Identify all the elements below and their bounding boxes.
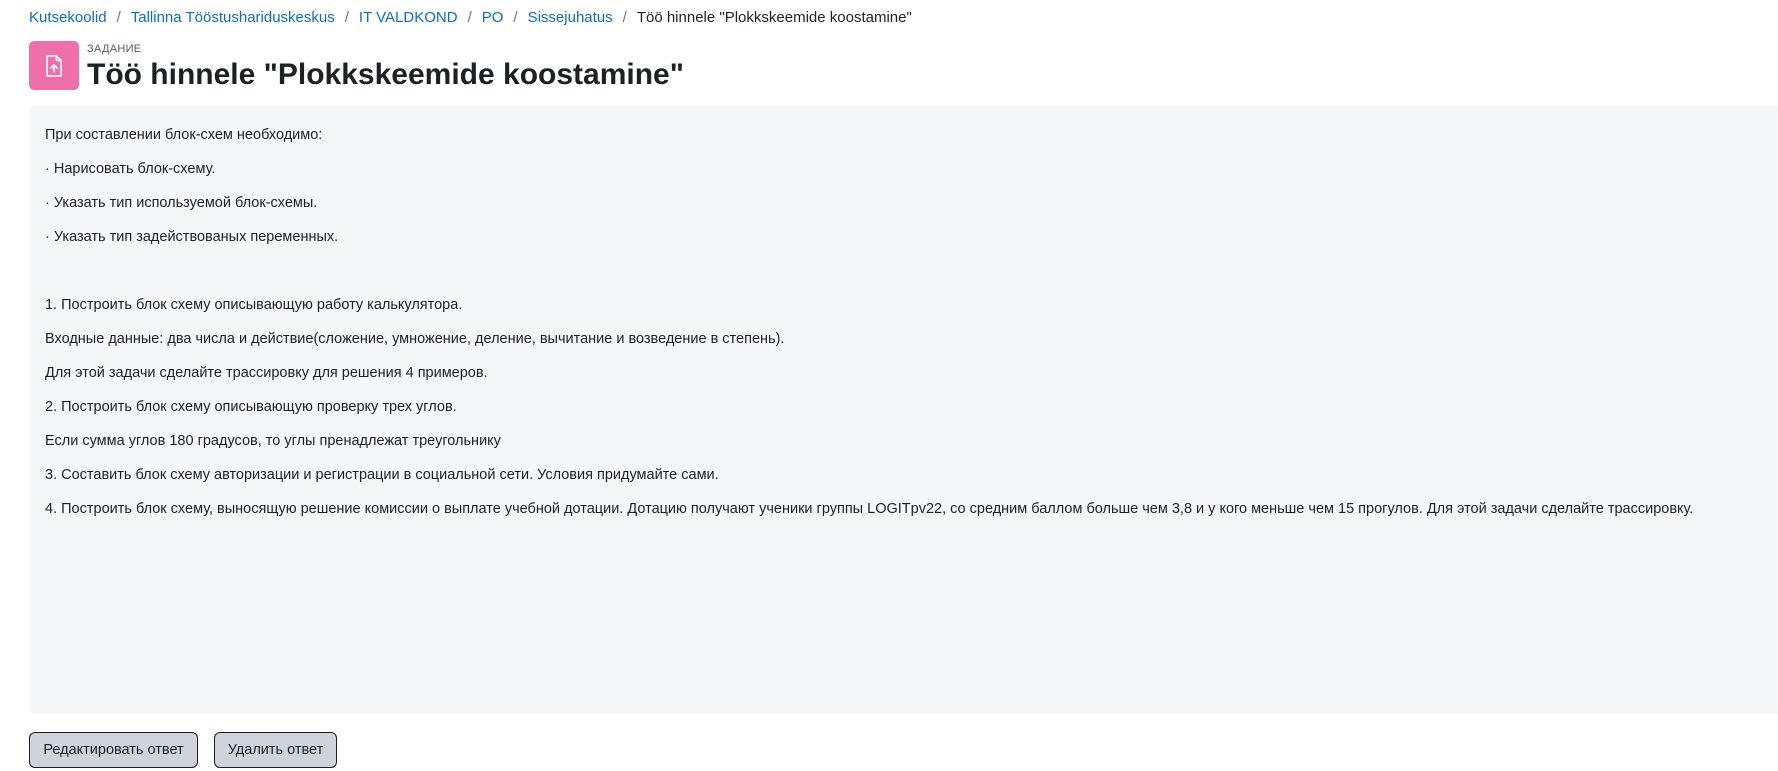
description-paragraph: · Нарисовать блок-схему. (45, 161, 216, 177)
description-paragraph: 1. Построить блок схему описывающую рабо… (45, 297, 463, 313)
breadcrumb-link-kutsekoolid[interactable]: Kutsekoolid (29, 8, 107, 28)
breadcrumb-separator: / (116, 9, 121, 26)
breadcrumb-link-section[interactable]: Sissejuhatus (528, 8, 613, 28)
assignment-upload-icon (29, 41, 79, 90)
edit-submission-button[interactable]: Редактировать ответ (29, 732, 198, 768)
breadcrumb-separator: / (622, 9, 627, 26)
breadcrumb-link-course[interactable]: PO (482, 8, 504, 28)
delete-submission-button[interactable]: Удалить ответ (214, 732, 337, 768)
description-paragraph: · Указать тип задействованых переменных. (45, 229, 339, 245)
description-paragraph: 3. Составить блок схему авторизации и ре… (45, 467, 719, 483)
description-paragraph: При составлении блок-схем необходимо: (45, 127, 323, 143)
breadcrumb: Kutsekoolid / Tallinna Tööstushariduskes… (29, 8, 912, 28)
breadcrumb-link-school[interactable]: Tallinna Tööstushariduskeskus (131, 8, 335, 28)
page-title: Töö hinnele "Plokkskeemide koostamine" (87, 58, 684, 91)
breadcrumb-separator: / (344, 9, 349, 26)
description-paragraph: 4. Построить блок схему, выносящую решен… (45, 501, 1694, 517)
assignment-page: Kutsekoolid / Tallinna Tööstushariduskes… (0, 0, 1778, 771)
breadcrumb-current: Töö hinnele "Plokkskeemide koostamine" (636, 9, 912, 26)
description-paragraph: Если сумма углов 180 градусов, то углы п… (45, 433, 501, 449)
description-paragraph: Входные данные: два числа и действие(сло… (45, 331, 785, 347)
description-paragraph: Для этой задачи сделайте трассировку для… (45, 365, 488, 381)
breadcrumb-separator: / (467, 9, 472, 26)
description-paragraph: 2. Построить блок схему описывающую пров… (45, 399, 457, 415)
activity-type-label: ЗАДАНИЕ (87, 43, 142, 55)
breadcrumb-link-category[interactable]: IT VALDKOND (359, 8, 458, 28)
assignment-description: При составлении блок-схем необходимо: · … (29, 106, 1778, 714)
description-paragraph: · Указать тип используемой блок-схемы. (45, 195, 318, 211)
breadcrumb-separator: / (513, 9, 518, 26)
